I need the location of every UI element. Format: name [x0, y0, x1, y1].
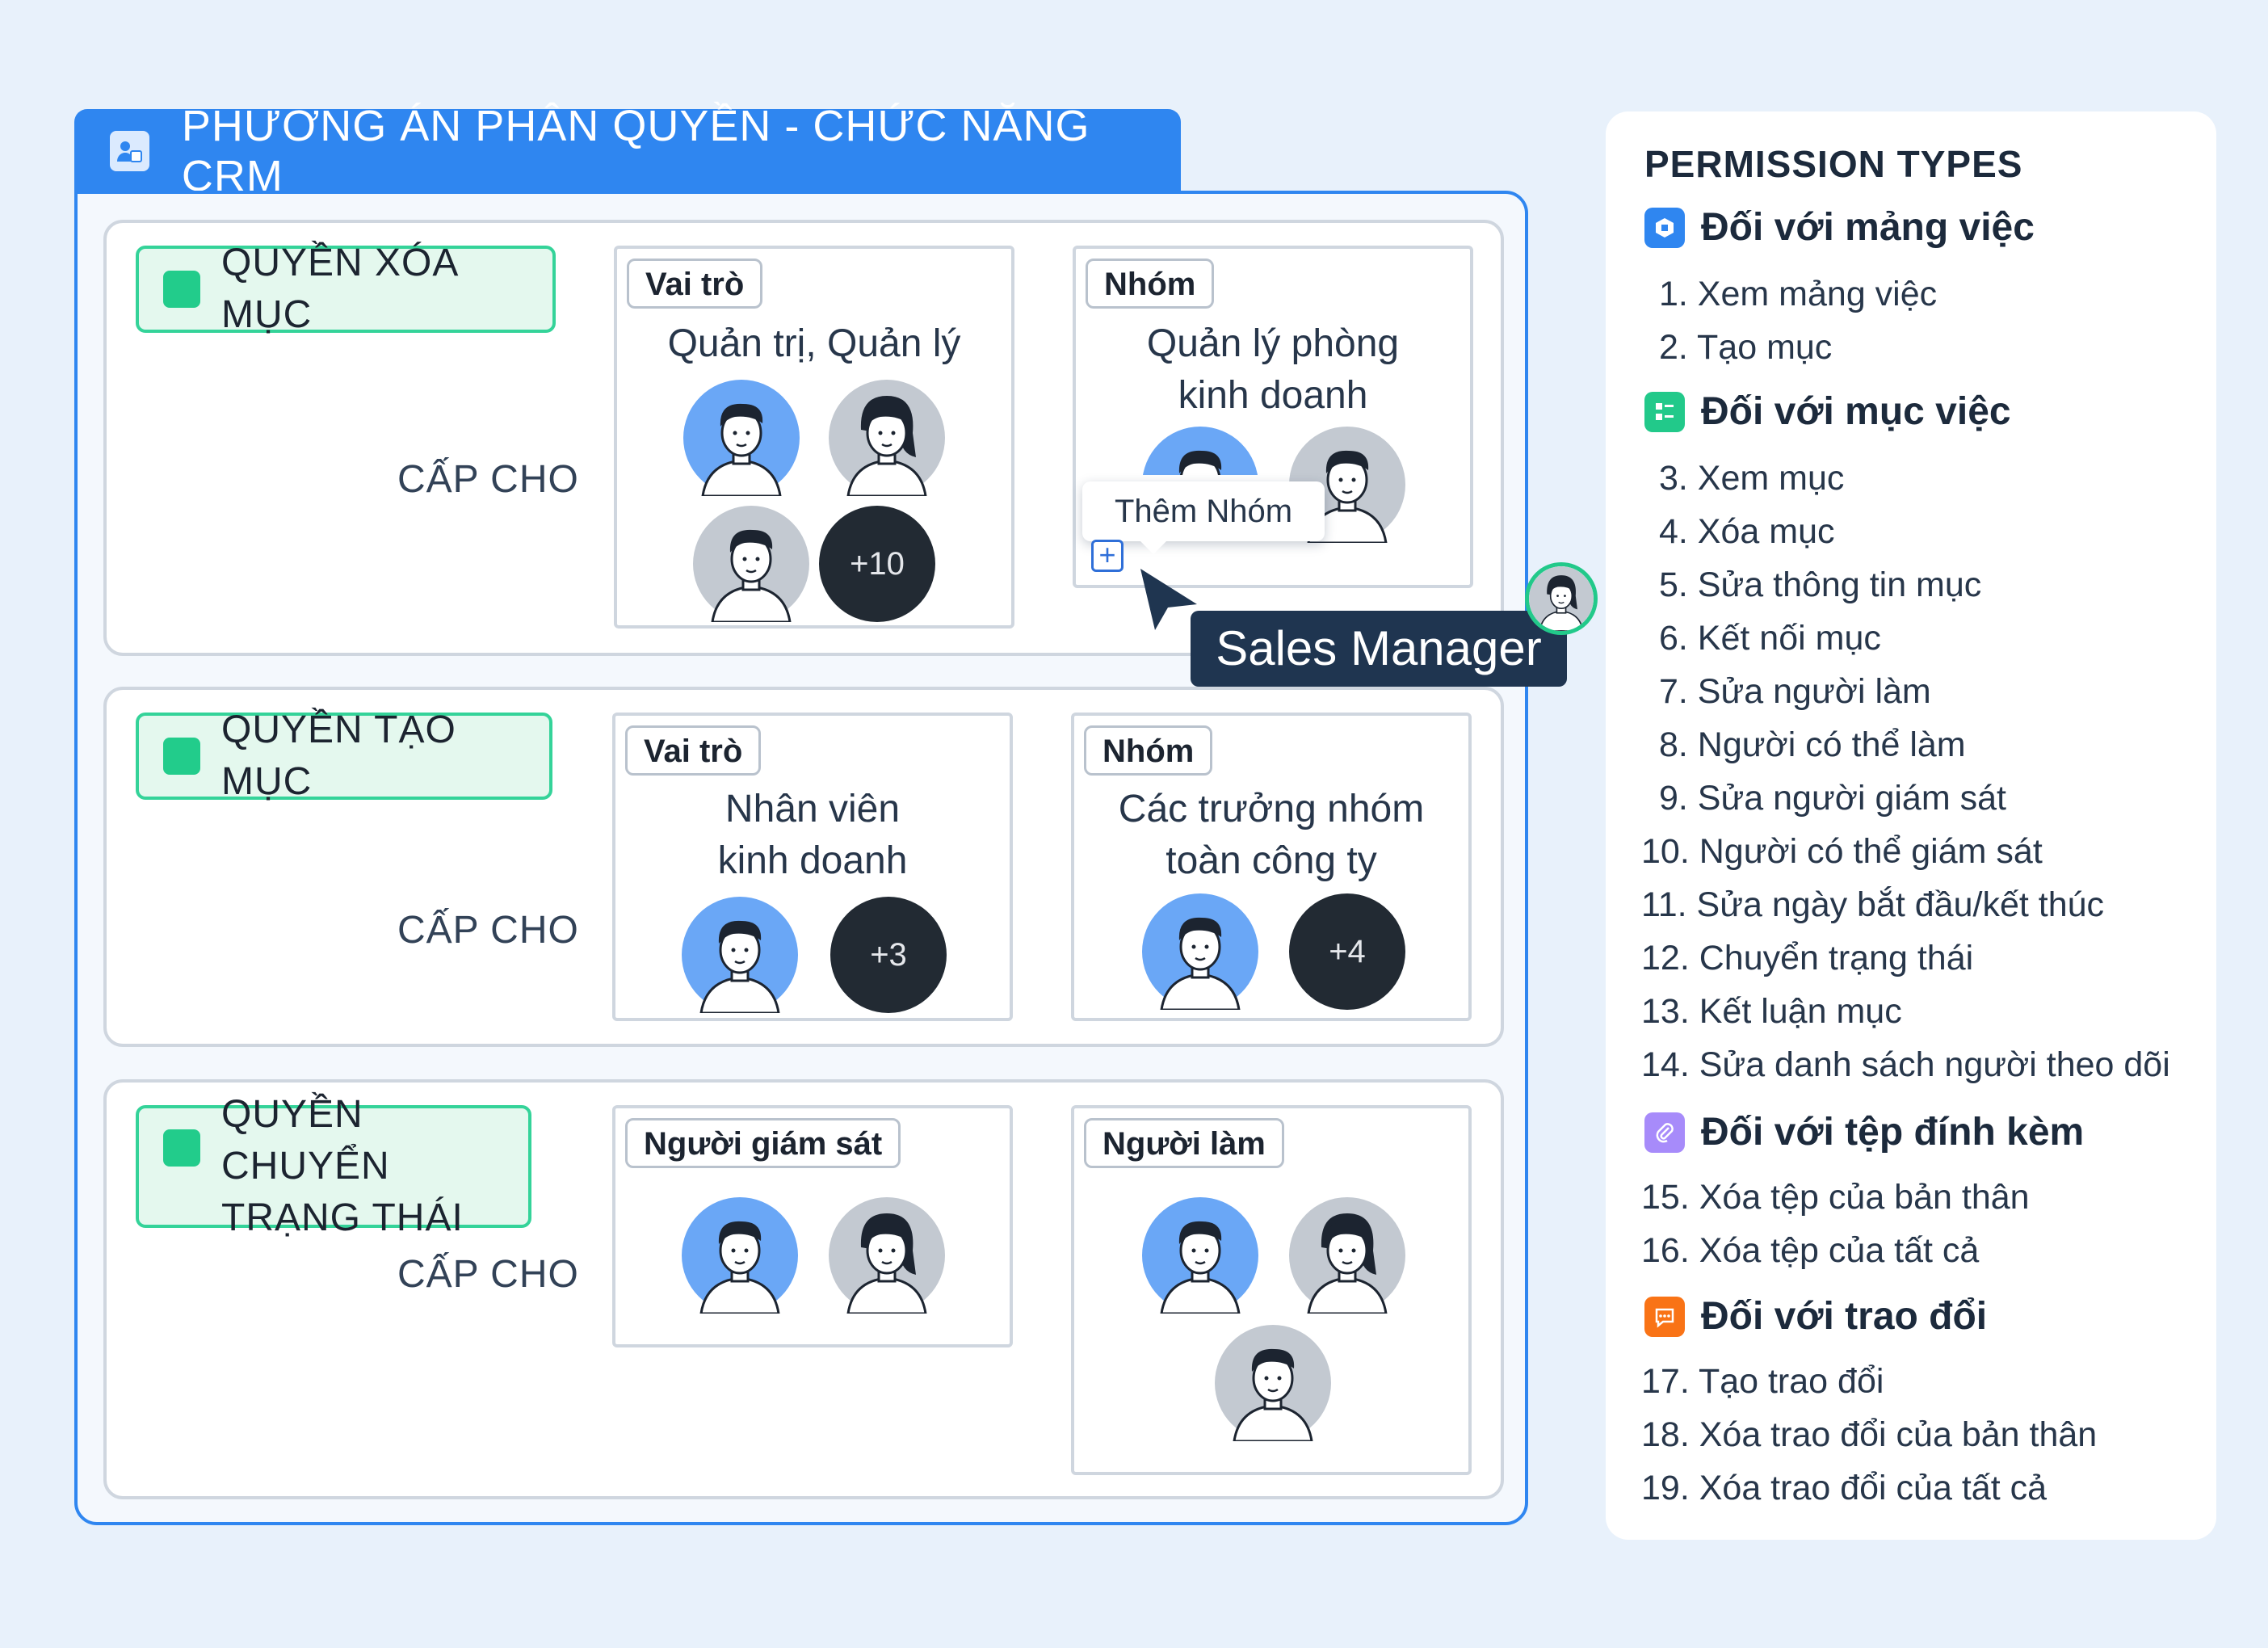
- legend-item: 19. Xóa trao đổi của tất cả: [1641, 1469, 2047, 1507]
- legend-title: PERMISSION TYPES: [1644, 143, 2023, 185]
- green-square-icon: [163, 738, 200, 775]
- legend-item: 7. Sửa người làm: [1659, 672, 1931, 711]
- chat-icon: [1644, 1296, 1685, 1337]
- role-text-line-1: Nhân viên: [724, 788, 901, 830]
- permission-label: QUYỀN CHUYỂN TRẠNG THÁI: [136, 1093, 531, 1239]
- assignee-card[interactable]: Người làm: [1071, 1105, 1472, 1475]
- task-list-icon: [1644, 391, 1685, 432]
- add-group-tooltip: Thêm Nhóm: [1082, 481, 1325, 554]
- group-card[interactable]: Nhóm Các trưởng nhóm toàn công ty +4: [1071, 713, 1472, 1021]
- grant-label: CẤP CHO: [397, 458, 579, 501]
- avatar: [693, 506, 809, 622]
- legend-item: 4. Xóa mục: [1659, 512, 1835, 551]
- cursor-user-badge: Sales Manager: [1191, 611, 1567, 687]
- role-chip: Vai trò: [625, 725, 762, 776]
- avatar: [1215, 1325, 1331, 1441]
- avatar: [683, 380, 800, 496]
- more-members-badge[interactable]: +4: [1289, 893, 1405, 1010]
- green-square-icon: [163, 1129, 200, 1167]
- legend-heading: Đối với trao đổi: [1644, 1294, 1987, 1339]
- role-card[interactable]: Vai trò Quản trị, Quản lý +10: [614, 246, 1014, 629]
- cursor-user-avatar: [1525, 562, 1598, 635]
- legend-heading: Đối với mục việc: [1644, 389, 2011, 434]
- group-chip: Nhóm: [1086, 259, 1215, 309]
- legend-item: 10. Người có thể giám sát: [1641, 832, 2043, 871]
- legend-item: 11. Sửa ngày bắt đầu/kết thúc: [1641, 885, 2105, 924]
- green-square-icon: [163, 271, 200, 308]
- grant-label: CẤP CHO: [397, 909, 579, 952]
- avatar: [1289, 1197, 1405, 1314]
- assignee-chip: Người làm: [1084, 1118, 1284, 1168]
- legend-item: 9. Sửa người giám sát: [1659, 779, 2006, 818]
- legend-item: 8. Người có thể làm: [1659, 725, 1966, 764]
- legend-item: 2. Tạo mục: [1659, 328, 1833, 367]
- avatar: [1142, 893, 1258, 1010]
- group-text-line-1: Quản lý phòng: [1146, 322, 1400, 365]
- role-text: Quản trị, Quản lý: [667, 322, 961, 365]
- workspace-icon: [1644, 207, 1685, 248]
- legend-item: 13. Kết luận mục: [1641, 992, 1902, 1031]
- paperclip-icon: [1644, 1112, 1685, 1153]
- legend-heading: Đối với tệp đính kèm: [1644, 1110, 2084, 1154]
- legend-item: 3. Xem mục: [1659, 459, 1845, 498]
- role-chip: Vai trò: [627, 259, 763, 309]
- avatar: [829, 1197, 945, 1314]
- legend-item: 16. Xóa tệp của tất cả: [1641, 1231, 1980, 1270]
- permission-label: QUYỀN TẠO MỤC: [136, 708, 552, 803]
- add-group-button[interactable]: +: [1091, 540, 1124, 572]
- avatar: [1142, 427, 1258, 475]
- group-text-line-1: Các trưởng nhóm: [1118, 788, 1425, 830]
- legend-heading: Đối với mảng việc: [1644, 205, 2035, 250]
- grant-label: CẤP CHO: [397, 1253, 579, 1296]
- legend-item: 18. Xóa trao đổi của bản thân: [1641, 1415, 2098, 1454]
- legend-item: 17. Tạo trao đổi: [1641, 1362, 1884, 1401]
- more-members-badge[interactable]: +3: [830, 897, 947, 1013]
- avatar: [682, 897, 798, 1013]
- supervisor-chip: Người giám sát: [625, 1118, 901, 1168]
- permission-line-1: QUYỀN CHUYỂN: [221, 1093, 390, 1188]
- role-text-line-2: kinh doanh: [717, 839, 908, 882]
- more-members-badge[interactable]: +10: [819, 506, 935, 622]
- legend-item: 12. Chuyển trạng thái: [1641, 939, 1974, 977]
- legend-item: 14. Sửa danh sách người theo dõi: [1641, 1045, 2170, 1084]
- group-chip: Nhóm: [1084, 725, 1213, 776]
- legend-item: 6. Kết nối mục: [1659, 619, 1881, 658]
- avatar: [682, 1197, 798, 1314]
- supervisor-card[interactable]: Người giám sát: [612, 1105, 1013, 1347]
- permission-line-2: TRẠNG THÁI: [221, 1196, 464, 1239]
- role-card[interactable]: Vai trò Nhân viên kinh doanh +3: [612, 713, 1013, 1021]
- legend-item: 15. Xóa tệp của bản thân: [1641, 1178, 2030, 1217]
- avatar: [1142, 1197, 1258, 1314]
- avatar: [829, 380, 945, 496]
- group-text-line-2: toàn công ty: [1166, 839, 1377, 882]
- legend-item: 1. Xem mảng việc: [1659, 275, 1938, 313]
- group-text-line-2: kinh doanh: [1178, 374, 1368, 417]
- permission-label: QUYỀN XÓA MỤC: [136, 242, 556, 336]
- legend-item: 5. Sửa thông tin mục: [1659, 565, 1982, 604]
